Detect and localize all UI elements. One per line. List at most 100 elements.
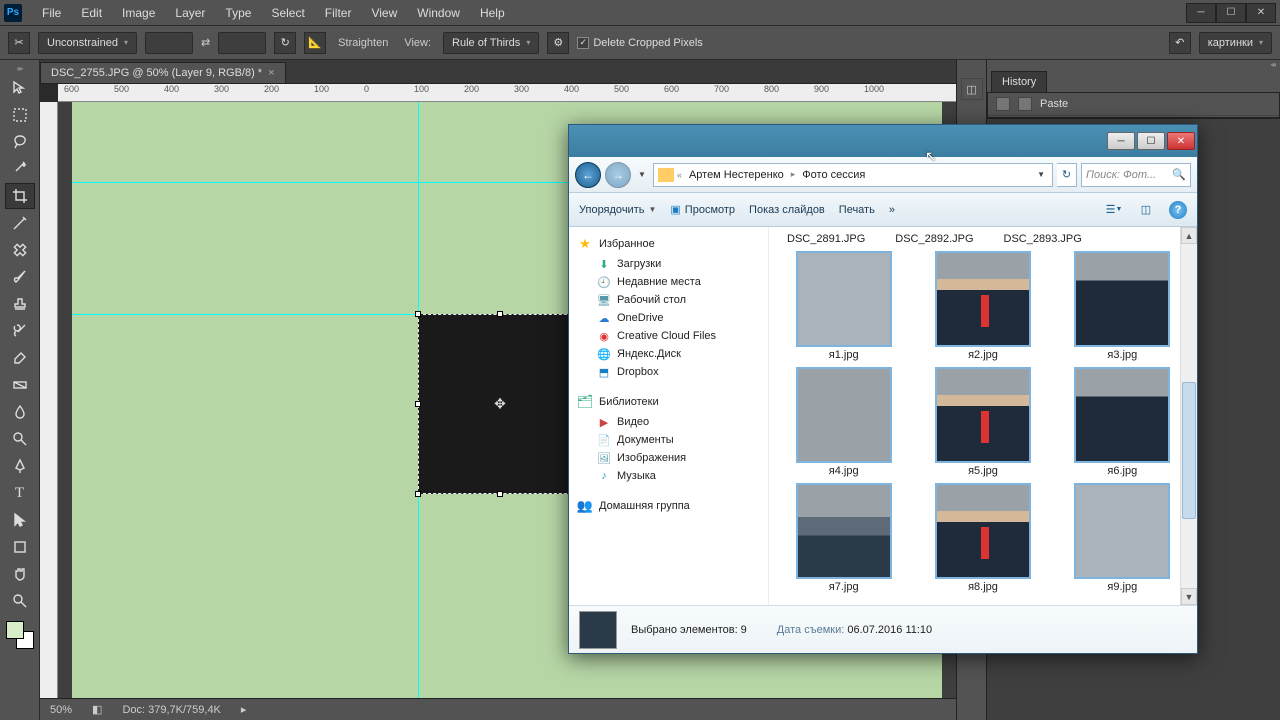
panel-icon[interactable]: ◫	[961, 78, 983, 100]
menu-edit[interactable]: Edit	[71, 2, 112, 24]
preview-pane-toggle[interactable]: ◫	[1137, 201, 1155, 219]
tree-item[interactable]: ⬇Загрузки	[571, 255, 766, 273]
explorer-close[interactable]: ✕	[1167, 132, 1195, 150]
pen-tool[interactable]	[5, 453, 35, 479]
menu-help[interactable]: Help	[470, 2, 515, 24]
menu-layer[interactable]: Layer	[165, 2, 215, 24]
ruler-horizontal[interactable]: 600 500 400 300 200 100 0 100 200 300 40…	[58, 84, 956, 102]
path-select-tool[interactable]	[5, 507, 35, 533]
collapse-icon[interactable]: ▸▸	[0, 64, 39, 73]
brush-tool[interactable]	[5, 264, 35, 290]
straighten-icon[interactable]: 📐	[304, 32, 326, 54]
view-options-button[interactable]: ☰ ▼	[1105, 201, 1123, 219]
menu-filter[interactable]: Filter	[315, 2, 362, 24]
transform-handle[interactable]	[497, 491, 503, 497]
crop-view-combo[interactable]: Rule of Thirds	[443, 32, 539, 54]
file-list[interactable]: DSC_2891.JPG DSC_2892.JPG DSC_2893.JPG я…	[769, 227, 1197, 605]
swap-icon[interactable]: ⇄	[201, 36, 210, 49]
file-explorer-window[interactable]: ─ ☐ ✕ ← → ▼ « Артем Нестеренко ▸ Фото се…	[568, 124, 1198, 654]
nav-history-dropdown[interactable]: ▼	[635, 170, 649, 179]
color-swatches[interactable]	[6, 621, 34, 649]
explorer-maximize[interactable]: ☐	[1137, 132, 1165, 150]
history-brush-tool[interactable]	[5, 318, 35, 344]
wand-tool[interactable]	[5, 156, 35, 182]
content-scrollbar[interactable]: ▲ ▼	[1180, 227, 1197, 605]
reset-icon[interactable]: ↶	[1169, 32, 1191, 54]
breadcrumb-segment[interactable]: Артем Нестеренко	[685, 169, 788, 181]
eraser-tool[interactable]	[5, 345, 35, 371]
tree-item[interactable]: 🖼Изображения	[571, 449, 766, 467]
tree-item[interactable]: 🌐Яндекс.Диск	[571, 345, 766, 363]
breadcrumb-dropdown[interactable]: ▼	[1034, 170, 1048, 179]
crop-ratio-combo[interactable]: Unconstrained	[38, 32, 137, 54]
tree-item[interactable]: 🕘Недавние места	[571, 273, 766, 291]
file-thumbnail[interactable]: я3.jpg	[1062, 251, 1183, 361]
zoom-level[interactable]: 50%	[50, 704, 72, 716]
history-entry[interactable]: Paste	[988, 93, 1279, 116]
file-thumbnail[interactable]: я9.jpg	[1062, 483, 1183, 593]
window-minimize[interactable]: ─	[1186, 3, 1216, 23]
organize-menu[interactable]: Упорядочить▼	[579, 204, 656, 216]
file-thumbnail[interactable]: я5.jpg	[922, 367, 1043, 477]
menu-window[interactable]: Window	[407, 2, 470, 24]
refresh-button[interactable]: ↻	[1057, 163, 1077, 187]
shape-tool[interactable]	[5, 534, 35, 560]
help-button[interactable]: ?	[1169, 201, 1187, 219]
file-thumbnail[interactable]: я7.jpg	[783, 483, 904, 593]
dodge-tool[interactable]	[5, 426, 35, 452]
doc-size-icon[interactable]: ◧	[92, 703, 102, 716]
history-panel-tab[interactable]: History	[991, 71, 1047, 92]
tree-item[interactable]: 🖥Рабочий стол	[571, 291, 766, 309]
tree-favorites[interactable]: ★Избранное	[571, 233, 766, 255]
blur-tool[interactable]	[5, 399, 35, 425]
menu-image[interactable]: Image	[112, 2, 165, 24]
file-thumbnail[interactable]: я1.jpg	[783, 251, 904, 361]
crop-height-input[interactable]	[218, 32, 266, 54]
lasso-tool[interactable]	[5, 129, 35, 155]
hand-tool[interactable]	[5, 561, 35, 587]
explorer-minimize[interactable]: ─	[1107, 132, 1135, 150]
delete-cropped-checkbox[interactable]: ✓Delete Cropped Pixels	[577, 37, 702, 49]
print-button[interactable]: Печать	[839, 204, 875, 216]
preview-button[interactable]: ▣Просмотр	[670, 203, 735, 216]
scroll-down-icon[interactable]: ▼	[1181, 588, 1197, 605]
straighten-label[interactable]: Straighten	[334, 37, 392, 49]
folder-tree[interactable]: ★Избранное ⬇Загрузки🕘Недавние места🖥Рабо…	[569, 227, 769, 605]
menu-view[interactable]: View	[361, 2, 407, 24]
transform-handle[interactable]	[415, 491, 421, 497]
transform-handle[interactable]	[497, 311, 503, 317]
crop-tool-icon[interactable]: ✂	[8, 32, 30, 54]
nav-forward-button[interactable]: →	[605, 162, 631, 188]
placed-layer[interactable]: ✥	[418, 314, 582, 494]
ruler-vertical[interactable]	[40, 102, 58, 698]
menu-file[interactable]: File	[32, 2, 71, 24]
file-thumbnail[interactable]: я4.jpg	[783, 367, 904, 477]
search-icon[interactable]: 🔍	[1172, 168, 1186, 181]
explorer-titlebar[interactable]: ─ ☐ ✕	[569, 125, 1197, 157]
breadcrumb-segment[interactable]: Фото сессия	[798, 169, 869, 181]
transform-handle[interactable]	[415, 401, 421, 407]
nav-back-button[interactable]: ←	[575, 162, 601, 188]
file-thumbnail[interactable]: я6.jpg	[1062, 367, 1183, 477]
stamp-tool[interactable]	[5, 291, 35, 317]
slideshow-button[interactable]: Показ слайдов	[749, 204, 825, 216]
marquee-tool[interactable]	[5, 102, 35, 128]
close-tab-icon[interactable]: ×	[268, 67, 274, 79]
scroll-thumb[interactable]	[1182, 382, 1196, 520]
tree-item[interactable]: ▶Видео	[571, 413, 766, 431]
scroll-up-icon[interactable]: ▲	[1181, 227, 1197, 244]
status-arrow-icon[interactable]: ▸	[241, 703, 247, 716]
tree-item[interactable]: ♪Музыка	[571, 467, 766, 485]
zoom-tool[interactable]	[5, 588, 35, 614]
address-breadcrumb[interactable]: « Артем Нестеренко ▸ Фото сессия ▼	[653, 163, 1053, 187]
gradient-tool[interactable]	[5, 372, 35, 398]
transform-handle[interactable]	[415, 311, 421, 317]
crop-width-input[interactable]	[145, 32, 193, 54]
crop-tool[interactable]	[5, 183, 35, 209]
tree-item[interactable]: ☁OneDrive	[571, 309, 766, 327]
tree-item[interactable]: ◉Creative Cloud Files	[571, 327, 766, 345]
fg-color[interactable]	[6, 621, 24, 639]
move-tool[interactable]	[5, 75, 35, 101]
workspace-selector[interactable]: картинки	[1199, 32, 1272, 54]
tree-item[interactable]: ⬒Dropbox	[571, 363, 766, 381]
